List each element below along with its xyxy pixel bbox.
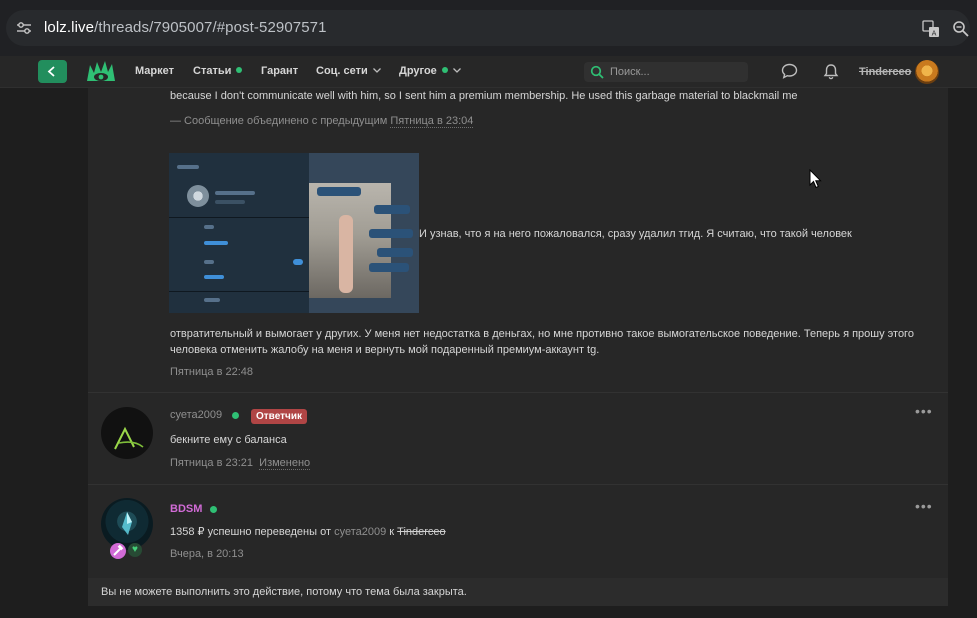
current-username[interactable]: Tinderceo xyxy=(859,66,911,78)
screenshot-toggle xyxy=(293,259,303,265)
post-time[interactable]: Пятница в 22:48 xyxy=(170,364,253,380)
post-text: because I don't communicate well with hi… xyxy=(170,90,798,102)
chevron-down-icon xyxy=(452,68,461,73)
screenshot-bubble xyxy=(369,229,413,238)
screenshot-photo-detail xyxy=(339,215,353,293)
nav-social[interactable]: Соц. сети xyxy=(316,65,381,77)
screenshot-line xyxy=(177,165,199,169)
more-options-icon[interactable]: ••• xyxy=(915,404,933,418)
post-text: отвратительный и вымогает у других. У ме… xyxy=(170,328,914,340)
avatar-art xyxy=(122,512,132,535)
more-options-icon[interactable]: ••• xyxy=(915,499,933,513)
zoom-icon[interactable] xyxy=(952,20,970,38)
attached-screenshot[interactable] xyxy=(169,153,419,313)
post-text: 1358 ₽ успешно переведены от суета2009 к… xyxy=(170,524,446,540)
to-user-link[interactable]: Tinderceo xyxy=(397,526,446,538)
merged-notice-text: — Сообщение объединено с предыдущим xyxy=(170,115,388,127)
screenshot-divider xyxy=(169,291,309,292)
merged-time-link[interactable]: Пятница в 23:04 xyxy=(390,115,474,128)
nav-other[interactable]: Другое xyxy=(399,65,461,77)
lolz-logo-icon[interactable] xyxy=(86,59,116,85)
screenshot-bubble xyxy=(369,263,409,272)
screenshot-line xyxy=(204,241,228,245)
post-author[interactable]: суета2009 xyxy=(170,409,222,421)
thread-closed-text: Вы не можете выполнить это действие, пот… xyxy=(101,586,467,598)
avatar[interactable] xyxy=(101,498,153,550)
bell-icon[interactable] xyxy=(823,63,839,80)
post-divider xyxy=(88,484,948,485)
post-author[interactable]: BDSM xyxy=(170,503,202,515)
online-indicator xyxy=(210,506,217,513)
search-input[interactable] xyxy=(610,65,740,79)
edited-link[interactable]: Изменено xyxy=(259,457,311,470)
url-path: /threads/7905007/#post-52907571 xyxy=(94,19,327,36)
post-text: И узнав, что я на него пожаловался, сраз… xyxy=(419,228,852,240)
avatar-art xyxy=(114,426,144,450)
new-indicator-dot xyxy=(441,67,448,73)
post-time[interactable]: Вчера, в 20:13 xyxy=(170,548,244,560)
nav-market[interactable]: Маркет xyxy=(135,65,174,77)
url-text[interactable]: lolz.live/threads/7905007/#post-52907571 xyxy=(44,19,327,36)
screenshot-line xyxy=(204,275,224,279)
address-bar[interactable]: lolz.live/threads/7905007/#post-52907571… xyxy=(6,10,970,46)
svg-text:A: A xyxy=(932,30,937,38)
back-button[interactable] xyxy=(38,60,67,83)
screenshot-line xyxy=(215,200,245,204)
current-user-avatar[interactable] xyxy=(915,60,939,84)
search-icon xyxy=(590,65,604,79)
status-badge: Ответчик xyxy=(251,409,307,424)
site-navbar: Маркет Статьи Гарант Соц. сети Другое Ti… xyxy=(0,56,977,88)
online-indicator xyxy=(232,412,239,419)
post-time-link[interactable]: Пятница в 23:21 xyxy=(170,457,253,469)
nav-other-label: Другое xyxy=(399,65,437,77)
award-icon[interactable] xyxy=(110,543,126,559)
screenshot-bubble xyxy=(317,187,361,196)
screenshot-avatar xyxy=(187,185,209,207)
post-text: человека отменить жалобу на меня и верну… xyxy=(170,344,600,356)
post-time: Пятница в 23:21 Изменено xyxy=(170,457,311,470)
site-settings-icon[interactable] xyxy=(16,21,32,35)
merged-notice: — Сообщение объединено с предыдущим Пятн… xyxy=(170,115,474,128)
screenshot-bubble xyxy=(377,248,413,257)
post-divider xyxy=(88,392,948,393)
avatar[interactable] xyxy=(101,407,153,459)
translate-icon[interactable]: A xyxy=(922,20,940,38)
screenshot-bubble xyxy=(374,205,410,214)
mouse-cursor-icon xyxy=(809,169,822,189)
nav-market-label: Маркет xyxy=(135,65,174,77)
nav-social-label: Соц. сети xyxy=(316,65,368,77)
from-user-link[interactable]: суета2009 xyxy=(334,526,386,538)
screenshot-panel xyxy=(169,153,309,313)
url-host: lolz.live xyxy=(44,19,95,36)
chevron-down-icon xyxy=(372,68,381,73)
nav-articles-label: Статьи xyxy=(193,65,232,77)
screenshot-line xyxy=(204,298,220,302)
new-indicator-dot xyxy=(236,67,243,73)
nav-articles[interactable]: Статьи xyxy=(193,65,243,77)
search-box[interactable] xyxy=(584,62,748,82)
nav-guarantee[interactable]: Гарант xyxy=(261,65,298,77)
browser-toolbar: lolz.live/threads/7905007/#post-52907571… xyxy=(0,0,977,56)
hammer-icon xyxy=(113,544,124,556)
post-text: бекните ему с баланса xyxy=(170,434,287,446)
screenshot-line xyxy=(204,225,214,229)
screenshot-line xyxy=(215,191,255,195)
transfer-to-word: к xyxy=(389,526,395,538)
transfer-text: 1358 ₽ успешно переведены от xyxy=(170,526,331,538)
screenshot-divider xyxy=(169,217,309,218)
chat-icon[interactable] xyxy=(781,63,798,79)
chevron-left-icon xyxy=(47,66,55,77)
nav-guarantee-label: Гарант xyxy=(261,65,299,77)
heart-icon[interactable]: ♥ xyxy=(128,543,142,557)
thread-closed-notice: Вы не можете выполнить это действие, пот… xyxy=(88,578,948,606)
screenshot-line xyxy=(204,260,214,264)
